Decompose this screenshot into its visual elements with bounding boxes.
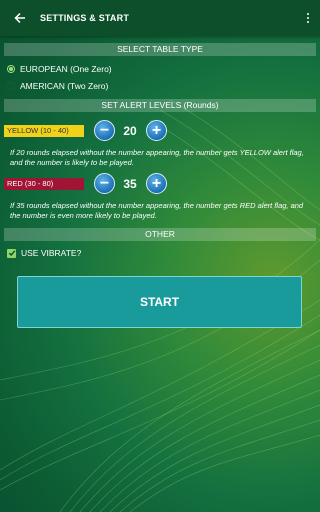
radio-unselected-icon <box>7 82 15 90</box>
minus-icon: − <box>99 174 110 192</box>
overflow-menu-button[interactable] <box>296 0 320 36</box>
radio-selected-icon <box>7 65 15 73</box>
yellow-alert-label: YELLOW (10 - 40) <box>4 125 84 137</box>
red-decrement-button[interactable]: − <box>94 173 115 194</box>
radio-european[interactable]: EUROPEAN (One Zero) <box>7 62 112 76</box>
app-bar: SETTINGS & START <box>0 0 320 36</box>
plus-icon: + <box>151 174 162 192</box>
plus-icon: + <box>151 121 162 139</box>
table-type-header: SELECT TABLE TYPE <box>4 43 316 56</box>
radio-european-label: EUROPEAN (One Zero) <box>20 64 112 74</box>
red-alert-description: If 35 rounds elapsed without the number … <box>10 201 304 220</box>
more-vert-icon <box>307 11 309 24</box>
radio-american[interactable]: AMERICAN (Two Zero) <box>7 79 108 93</box>
yellow-alert-description: If 20 rounds elapsed without the number … <box>10 148 304 167</box>
yellow-alert-value: 20 <box>123 124 137 138</box>
vibrate-label: USE VIBRATE? <box>21 248 82 258</box>
start-button[interactable]: START <box>17 276 302 328</box>
radio-american-label: AMERICAN (Two Zero) <box>20 81 109 91</box>
red-alert-value: 35 <box>123 177 137 191</box>
vibrate-checkbox[interactable]: USE VIBRATE? <box>7 248 81 258</box>
minus-icon: − <box>99 121 110 139</box>
other-header: OTHER <box>4 228 316 241</box>
back-button[interactable] <box>0 0 40 36</box>
red-increment-button[interactable]: + <box>146 173 167 194</box>
red-alert-label: RED (30 - 80) <box>4 178 84 190</box>
checkbox-checked-icon <box>7 248 16 258</box>
page-title: SETTINGS & START <box>40 13 130 23</box>
alert-levels-header: SET ALERT LEVELS (Rounds) <box>4 99 316 112</box>
yellow-increment-button[interactable]: + <box>146 120 167 141</box>
yellow-decrement-button[interactable]: − <box>94 120 115 141</box>
arrow-back-icon <box>14 12 25 24</box>
